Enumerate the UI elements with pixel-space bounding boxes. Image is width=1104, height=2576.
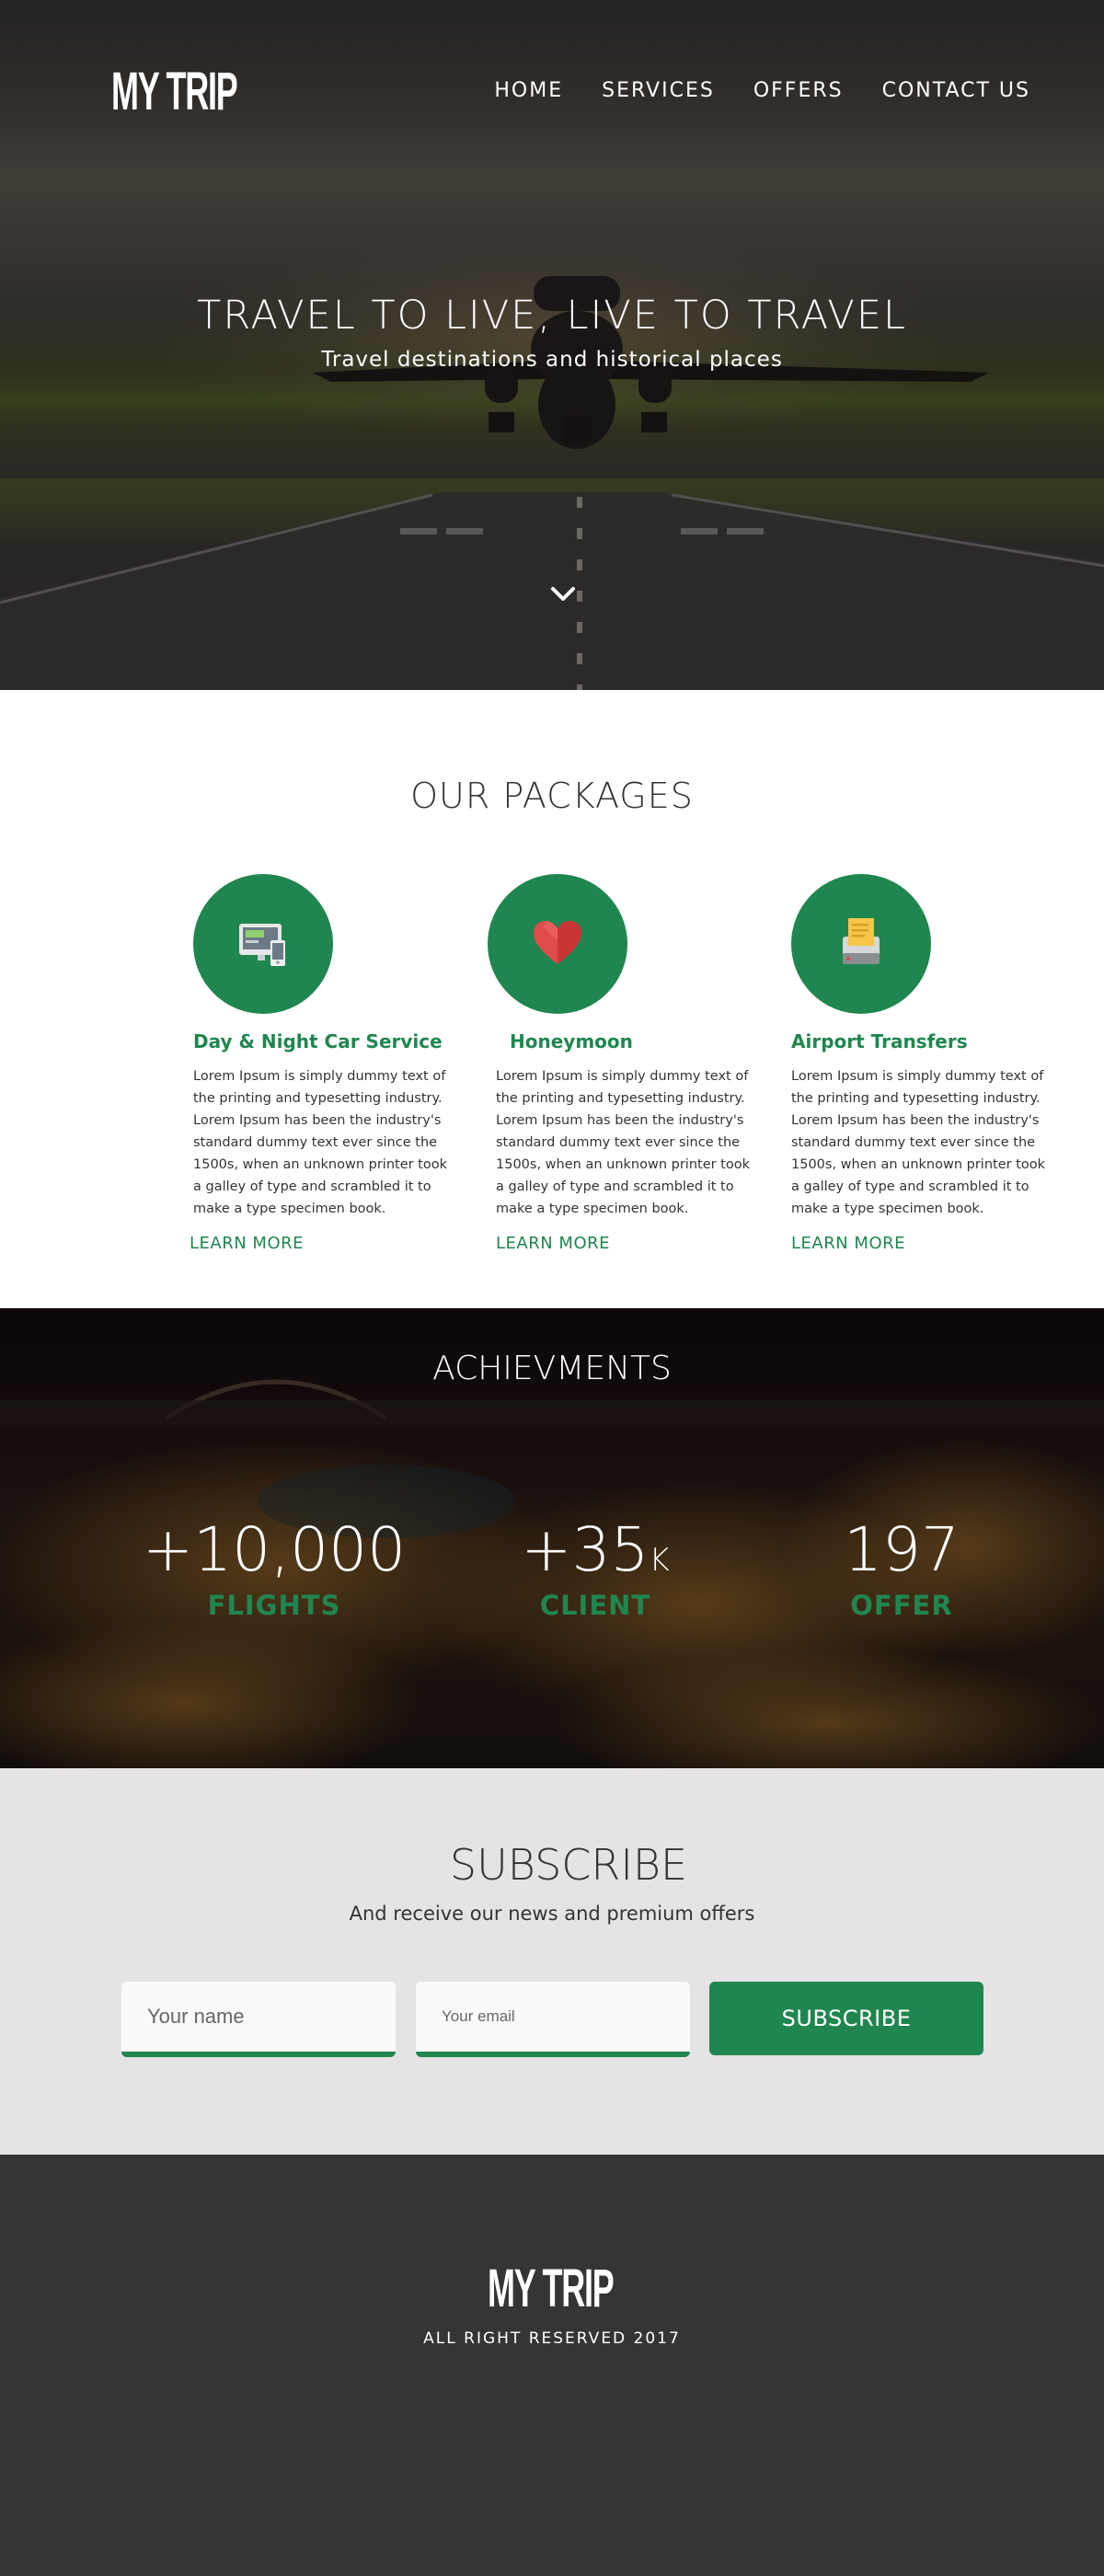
packages-title: OUR PACKAGES [410,776,694,816]
subscribe-button[interactable]: SUBSCRIBE [709,1982,983,2055]
package-icon-circle [193,874,333,1014]
stat-value: +35K [521,1514,670,1585]
package-title: Day & Night Car Service [193,1030,443,1052]
stat-flights: +10,000 FLIGHTS [136,1514,412,1622]
package-description: Lorem Ipsum is simply dummy text of the … [193,1069,448,1216]
achievements-section: ACHIEVMENTS +10,000 FLIGHTS +35K CLIENT … [0,1308,1104,1768]
name-input[interactable] [121,1982,396,2057]
learn-more-link[interactable]: LEARN MORE [791,1234,1058,1253]
hero-subtitle: Travel destinations and historical place… [321,348,783,372]
packages-section: OUR PACKAGES Day & Night Car Service Lor… [0,690,1104,1308]
heart-icon [534,921,581,964]
hero-title: TRAVEL TO LIVE, LIVE TO TRAVEL [197,293,907,339]
nav-services[interactable]: SERVICES [602,79,715,102]
copyright-text: ALL RIGHT RESERVED 2017 [423,2329,681,2348]
stat-value: +10,000 [142,1514,407,1585]
hero-section: MY TRIP HOME SERVICES OFFERS CONTACT US … [0,0,1104,690]
footer-logo[interactable]: MY TRIP [488,2258,615,2319]
stat-value: 197 [844,1514,960,1585]
car-service-icon [239,924,285,966]
learn-more-link[interactable]: LEARN MORE [190,1234,460,1253]
brand-logo[interactable]: MY TRIP [111,61,238,122]
stat-clients: +35K CLIENT [457,1514,733,1622]
achievements-title: ACHIEVMENTS [432,1350,672,1387]
package-card-car-service: Day & Night Car Service Lorem Ipsum is s… [190,874,460,1253]
package-icon-circle [791,874,931,1014]
subscribe-text: And receive our news and premium offers [349,1903,755,1925]
airport-transfer-icon [843,918,880,964]
subscribe-section: SUBSCRIBE And receive our news and premi… [0,1768,1104,2155]
subscribe-title: SUBSCRIBE [449,1840,688,1890]
email-input[interactable] [416,1982,690,2057]
package-title: Airport Transfers [791,1030,968,1052]
footer: MY TRIP ALL RIGHT RESERVED 2017 [0,2155,1104,2576]
nav-contact-us[interactable]: CONTACT US [882,79,1030,102]
chevron-down-icon[interactable] [549,584,577,604]
package-card-honeymoon: Honeymoon Lorem Ipsum is simply dummy te… [488,874,754,1253]
package-icon-circle [488,874,627,1014]
package-description: Lorem Ipsum is simply dummy text of the … [496,1069,751,1216]
stat-label: FLIGHTS [207,1590,341,1621]
nav-offers[interactable]: OFFERS [753,79,844,102]
package-card-airport-transfers: Airport Transfers Lorem Ipsum is simply … [791,874,1058,1253]
stat-offers: 197 OFFER [764,1514,1040,1622]
stat-label: CLIENT [539,1590,651,1621]
package-title: Honeymoon [510,1030,633,1052]
nav-home[interactable]: HOME [494,79,563,102]
main-nav: HOME SERVICES OFFERS CONTACT US [494,79,1030,102]
stat-label: OFFER [850,1590,953,1621]
package-description: Lorem Ipsum is simply dummy text of the … [791,1069,1046,1216]
learn-more-link[interactable]: LEARN MORE [496,1234,754,1253]
